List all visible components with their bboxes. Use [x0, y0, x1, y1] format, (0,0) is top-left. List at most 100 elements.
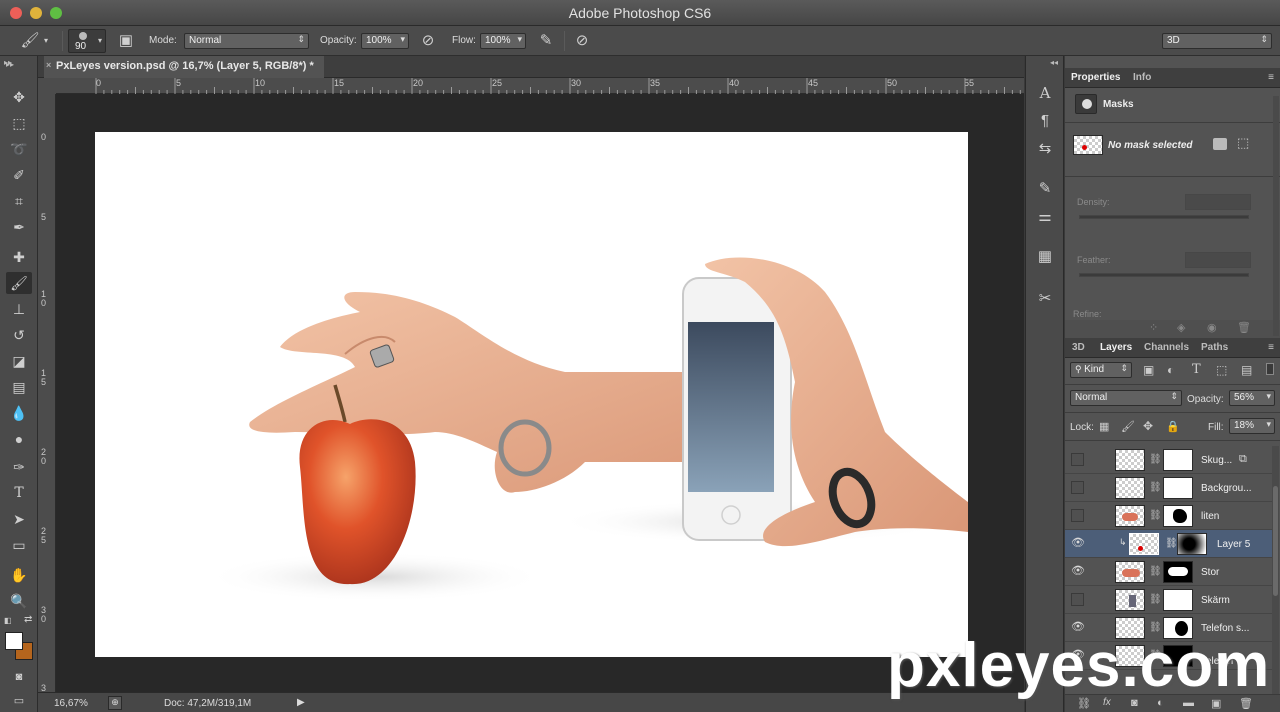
pressure-opacity-icon[interactable]: ⊘ — [418, 31, 438, 51]
canvas-area[interactable]: pxleyes.com — [56, 94, 1024, 692]
panel-menu-icon[interactable]: ≡ — [1268, 342, 1274, 353]
brush-panel-toggle-icon[interactable]: ▣ — [116, 31, 136, 51]
mode-select[interactable]: Normal ⇕ — [184, 33, 309, 49]
character-panel-icon[interactable]: A — [1034, 82, 1056, 104]
add-pixel-mask-icon[interactable] — [1213, 138, 1227, 150]
layer-row-background[interactable]: ⛓ Backgrou... — [1065, 474, 1273, 502]
panel-menu-icon[interactable]: ≡ — [1268, 72, 1274, 83]
document-canvas[interactable]: pxleyes.com — [95, 132, 968, 657]
history-brush-tool-icon[interactable]: ↺ — [6, 324, 32, 346]
status-menu-arrow-icon[interactable]: ▶ — [297, 697, 305, 708]
load-selection-icon[interactable]: ⁘ — [1149, 321, 1158, 334]
status-info-icon[interactable]: ⊕ — [108, 696, 122, 710]
horizontal-ruler[interactable]: 0 5 10 15 20 25 30 35 40 45 50 55 — [56, 78, 1024, 94]
tab-channels[interactable]: Channels — [1144, 342, 1189, 353]
brush-tool-icon[interactable]: 🖌 — [6, 272, 32, 294]
visibility-toggle[interactable] — [1071, 593, 1084, 606]
layer-mask-thumbnail[interactable] — [1163, 561, 1193, 583]
apply-mask-icon[interactable]: ◈ — [1177, 321, 1185, 334]
density-field[interactable] — [1185, 194, 1251, 210]
clone-stamp-tool-icon[interactable]: ⊥ — [6, 298, 32, 320]
eyedropper-tool-icon[interactable]: ✒ — [6, 216, 32, 238]
visibility-eye-icon[interactable]: 👁 — [1071, 537, 1085, 550]
opacity-field[interactable]: 100% ▾ — [361, 33, 409, 49]
scrollbar-thumb[interactable] — [1273, 486, 1278, 596]
mask-link-icon[interactable]: ⛓ — [1149, 454, 1162, 465]
feather-field[interactable] — [1185, 252, 1251, 268]
feather-slider[interactable] — [1079, 273, 1249, 277]
blur-tool-icon[interactable]: 💧 — [6, 402, 32, 424]
healing-brush-tool-icon[interactable]: ✚ — [6, 246, 32, 268]
lasso-tool-icon[interactable]: ➰ — [6, 138, 32, 160]
tabbar-collapse-icon[interactable]: ▸▸ — [6, 60, 14, 69]
strip-collapse-icon[interactable]: ◂◂ — [1050, 58, 1058, 67]
lock-transparency-icon[interactable]: ▦ — [1099, 420, 1109, 433]
layer-mask-thumbnail[interactable] — [1177, 533, 1207, 555]
history-panel-icon[interactable]: ▦ — [1034, 246, 1056, 268]
layer-opacity-field[interactable]: 56% ▾ — [1229, 390, 1275, 406]
lock-all-icon[interactable]: 🔒 — [1166, 420, 1180, 433]
zoom-tool-icon[interactable]: 🔍 — [6, 590, 32, 612]
tab-layers[interactable]: Layers — [1100, 342, 1132, 353]
filter-toggle-icon[interactable] — [1266, 363, 1274, 375]
brush-presets-icon[interactable]: ✎ — [1034, 178, 1056, 200]
foreground-color-swatch[interactable] — [5, 632, 23, 650]
mask-link-icon[interactable]: ⛓ — [1165, 538, 1178, 549]
fill-field[interactable]: 18% ▾ — [1229, 418, 1275, 434]
tab-paths[interactable]: Paths — [1201, 342, 1228, 353]
mask-link-icon[interactable]: ⛓ — [1149, 482, 1162, 493]
lock-image-icon[interactable]: 🖌 — [1121, 420, 1135, 433]
hand-tool-icon[interactable]: ✋ — [6, 564, 32, 586]
lock-position-icon[interactable]: ✥ — [1143, 419, 1153, 433]
visibility-eye-icon[interactable]: 👁 — [1071, 565, 1085, 578]
tab-info[interactable]: Info — [1133, 72, 1151, 83]
screen-mode-icon[interactable]: ▭ — [6, 690, 32, 712]
tool-preset-arrow-icon[interactable]: ▾ — [40, 31, 52, 51]
properties-scrollbar[interactable] — [1273, 96, 1279, 336]
visibility-toggle[interactable] — [1071, 509, 1084, 522]
dodge-tool-icon[interactable]: ● — [6, 428, 32, 450]
filter-shape-icon[interactable]: ⬚ — [1216, 363, 1227, 377]
default-colors-icon[interactable]: ◧ — [4, 616, 12, 625]
quick-mask-icon[interactable]: ◙ — [6, 666, 32, 688]
blend-mode-select[interactable]: Normal ⇕ — [1070, 390, 1182, 406]
layer-row-layer-5[interactable]: 👁 ↳ ⛓ Layer 5 — [1065, 530, 1273, 558]
document-tab[interactable]: × PxLeyes version.psd @ 16,7% (Layer 5, … — [44, 56, 324, 78]
flow-field[interactable]: 100% ▾ — [480, 33, 526, 49]
type-tool-icon[interactable]: T — [6, 482, 32, 504]
layer-row-stor[interactable]: 👁 ⛓ Stor — [1065, 558, 1273, 586]
mask-link-icon[interactable]: ⛓ — [1149, 510, 1162, 521]
workspace-select[interactable]: 3D ⇕ — [1162, 33, 1272, 49]
brush-tool-icon[interactable]: 🖌 — [20, 31, 40, 51]
disable-mask-icon[interactable]: ◉ — [1207, 321, 1217, 334]
density-slider[interactable] — [1079, 215, 1249, 219]
move-tool-icon[interactable]: ✥ — [6, 86, 32, 108]
rectangle-tool-icon[interactable]: ▭ — [6, 534, 32, 556]
layers-scrollbar[interactable] — [1272, 446, 1279, 696]
filter-adjustment-icon[interactable]: ◐ — [1167, 363, 1174, 377]
tab-close-icon[interactable]: × — [46, 60, 51, 70]
zoom-level[interactable]: 16,67% — [54, 698, 88, 709]
gradient-tool-icon[interactable]: ▤ — [6, 376, 32, 398]
visibility-toggle[interactable] — [1071, 453, 1084, 466]
path-selection-tool-icon[interactable]: ➤ — [6, 508, 32, 530]
filter-type-icon[interactable]: T — [1192, 362, 1201, 377]
layer-filter-kind-select[interactable]: ⚲ Kind ⇕ — [1070, 362, 1132, 378]
airbrush-icon[interactable]: ✎ — [536, 31, 556, 51]
paragraph-panel-icon[interactable]: ¶ — [1034, 110, 1056, 132]
swap-colors-icon[interactable]: ⇄ — [24, 614, 32, 625]
marquee-tool-icon[interactable]: ⬚ — [6, 112, 32, 134]
clone-source-icon[interactable]: ⇆ — [1034, 138, 1056, 160]
tab-properties[interactable]: Properties — [1071, 72, 1120, 83]
pressure-size-icon[interactable]: ⊘ — [572, 31, 592, 51]
filter-pixel-icon[interactable]: ▣ — [1143, 363, 1154, 377]
filter-smart-object-icon[interactable]: ▤ — [1241, 363, 1252, 377]
visibility-toggle[interactable] — [1071, 481, 1084, 494]
add-vector-mask-icon[interactable]: ⬚ — [1237, 135, 1249, 151]
eraser-tool-icon[interactable]: ◪ — [6, 350, 32, 372]
pen-tool-icon[interactable]: ✑ — [6, 456, 32, 478]
quick-selection-tool-icon[interactable]: ✐ — [6, 164, 32, 186]
ruler-corner[interactable] — [38, 78, 56, 94]
mask-link-icon[interactable]: ⛓ — [1149, 566, 1162, 577]
layer-mask-thumbnail[interactable] — [1163, 589, 1193, 611]
